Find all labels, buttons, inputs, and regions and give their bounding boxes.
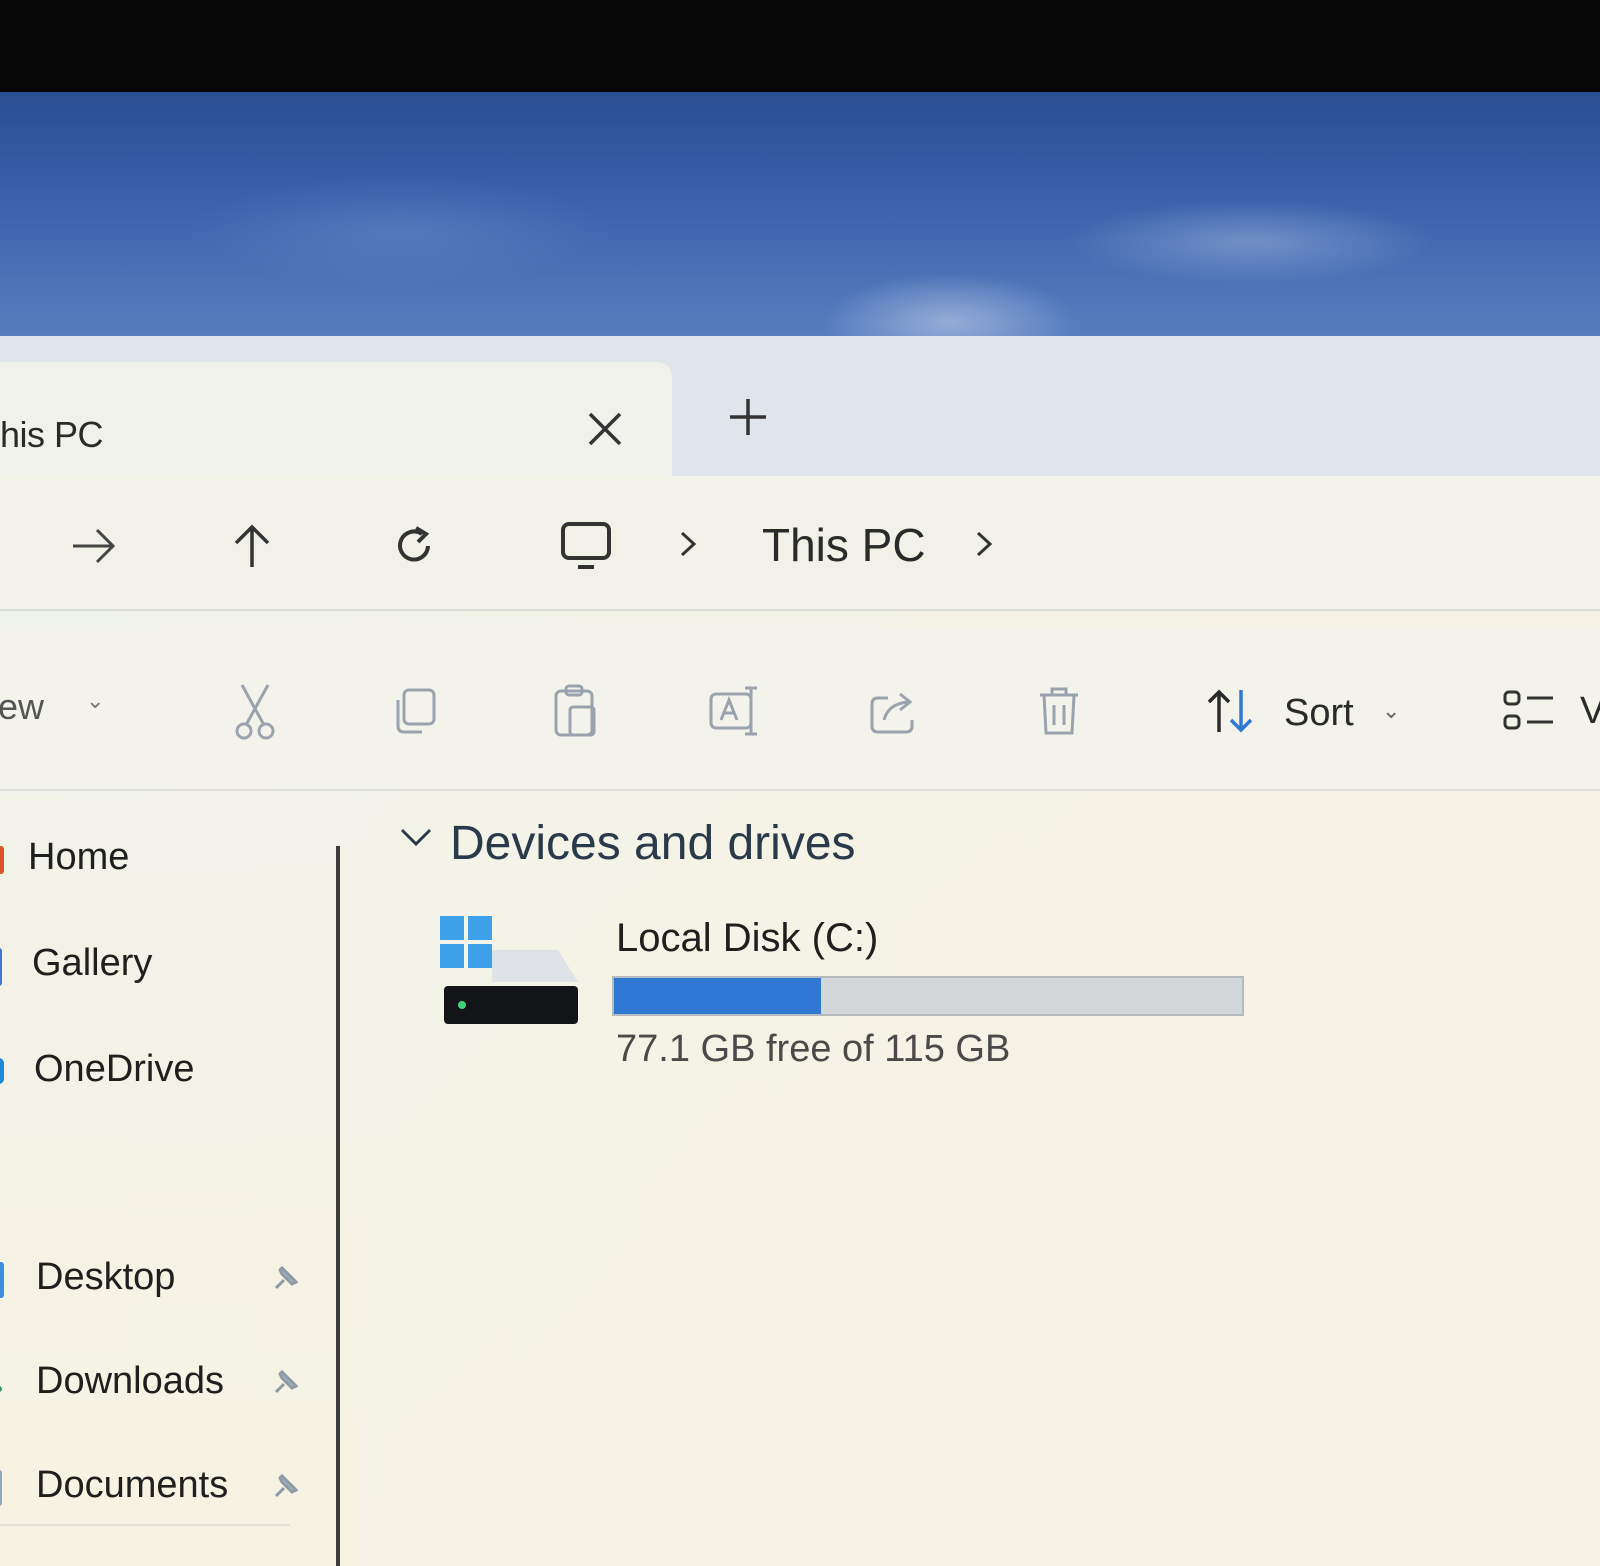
copy-icon[interactable]: [380, 676, 450, 746]
sidebar-item-label: Downloads: [36, 1360, 224, 1402]
file-explorer-window: his PC This PC lew ⌄: [0, 336, 1600, 1566]
up-arrow-icon[interactable]: [222, 516, 282, 576]
sidebar-item-downloads[interactable]: Downloads: [0, 1352, 320, 1412]
share-icon[interactable]: [860, 676, 930, 746]
view-button-label[interactable]: V: [1580, 690, 1600, 733]
new-button[interactable]: lew: [0, 686, 44, 728]
monitor-bezel: [0, 0, 1600, 95]
monitor-icon[interactable]: [556, 516, 616, 576]
desktop-folder-icon: [0, 1262, 4, 1298]
address-bar: This PC: [0, 476, 1600, 611]
chevron-right-icon[interactable]: [974, 526, 994, 568]
paste-icon[interactable]: [540, 676, 610, 746]
desktop-wallpaper: [0, 92, 1600, 342]
onedrive-icon: [0, 1058, 4, 1084]
sidebar-item-label: Gallery: [32, 942, 153, 984]
drive-name: Local Disk (C:): [616, 916, 879, 960]
sort-icon[interactable]: [1196, 676, 1266, 746]
navigation-pane: Home Gallery OneDrive Desktop Downloads: [0, 796, 360, 1566]
documents-folder-icon: [0, 1470, 2, 1506]
sidebar-divider: [0, 1524, 290, 1526]
drive-local-disk-c[interactable]: Local Disk (C:) 77.1 GB free of 115 GB: [440, 916, 1244, 1076]
sidebar-item-onedrive[interactable]: OneDrive: [0, 1040, 320, 1100]
cut-icon[interactable]: [220, 676, 290, 746]
drive-icon: [440, 916, 578, 1024]
pin-icon[interactable]: [270, 1468, 304, 1507]
drive-usage-fill: [614, 978, 822, 1014]
rename-icon[interactable]: [700, 676, 770, 746]
sidebar-item-home[interactable]: Home: [0, 828, 320, 888]
sidebar-item-gallery[interactable]: Gallery: [0, 934, 320, 994]
downloads-folder-icon: [0, 1386, 2, 1392]
tab-title: his PC: [0, 414, 104, 455]
forward-arrow-icon[interactable]: [64, 516, 124, 576]
sort-button[interactable]: Sort: [1284, 692, 1354, 735]
windows-logo-icon: [440, 916, 464, 940]
tab-bar: his PC: [0, 336, 1600, 476]
delete-icon[interactable]: [1024, 676, 1094, 746]
sidebar-item-label: Desktop: [36, 1256, 176, 1298]
sidebar-item-documents[interactable]: Documents: [0, 1456, 320, 1516]
pin-icon[interactable]: [270, 1364, 304, 1403]
drive-free-space: 77.1 GB free of 115 GB: [616, 1028, 1011, 1070]
sidebar-item-desktop[interactable]: Desktop: [0, 1248, 320, 1308]
tab-this-pc[interactable]: his PC: [0, 362, 672, 476]
refresh-icon[interactable]: [384, 516, 444, 576]
sidebar-splitter[interactable]: [336, 846, 340, 1566]
home-icon: [0, 846, 4, 874]
chevron-right-icon[interactable]: [678, 526, 698, 568]
drive-usage-bar: [612, 976, 1244, 1016]
command-bar: lew ⌄ Sort ⌄ V: [0, 626, 1600, 791]
chevron-down-icon[interactable]: ⌄: [86, 688, 104, 714]
section-title: Devices and drives: [450, 817, 856, 870]
plus-icon[interactable]: [728, 392, 768, 446]
pin-icon[interactable]: [270, 1260, 304, 1299]
chevron-down-icon[interactable]: ⌄: [1382, 698, 1400, 724]
chevron-down-icon[interactable]: [398, 826, 434, 855]
sidebar-item-label: OneDrive: [34, 1048, 195, 1090]
gallery-icon: [0, 948, 2, 986]
close-icon[interactable]: [586, 410, 624, 455]
sidebar-item-label: Documents: [36, 1464, 229, 1506]
breadcrumb-this-pc[interactable]: This PC: [762, 518, 926, 572]
sidebar-item-label: Home: [28, 836, 130, 878]
view-icon[interactable]: [1494, 676, 1564, 746]
